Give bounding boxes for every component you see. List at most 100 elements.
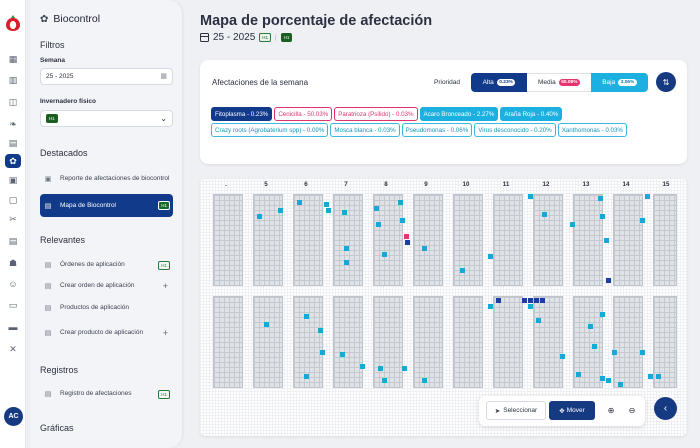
week-field[interactable]: 25 - 2025 ▦ — [40, 68, 173, 85]
affected-plant-marker[interactable] — [318, 328, 323, 333]
greenhouse-bed[interactable] — [333, 296, 363, 388]
affectation-tag[interactable]: Cenicilla - 50.03% — [274, 107, 333, 121]
affected-plant-marker[interactable] — [264, 322, 269, 327]
affected-plant-marker[interactable] — [592, 344, 597, 349]
bug-icon[interactable]: ☗ — [5, 256, 21, 270]
greenhouse-bed[interactable] — [453, 194, 483, 286]
affectation-tag[interactable]: Acaro Bronceado - 2.27% — [419, 107, 499, 121]
affected-plant-marker[interactable] — [618, 382, 623, 387]
affected-plant-marker[interactable] — [342, 210, 347, 215]
affected-plant-marker[interactable] — [326, 208, 331, 213]
document-icon[interactable]: ▤ — [5, 234, 21, 248]
affectation-tag[interactable]: Mosca blanca - 0.03% — [330, 123, 400, 137]
box-icon[interactable]: ▣ — [5, 173, 21, 187]
greenhouse-bed[interactable] — [653, 194, 677, 286]
greenhouse-bed[interactable] — [413, 296, 443, 388]
affected-plant-marker[interactable] — [382, 378, 387, 383]
greenhouse-bed[interactable] — [293, 194, 323, 286]
affected-plant-marker[interactable] — [344, 260, 349, 265]
zoom-in-button[interactable]: ⊕ — [603, 401, 619, 420]
affected-plant-marker[interactable] — [422, 378, 427, 383]
leaf-icon[interactable]: ❧ — [5, 117, 21, 131]
affected-plant-marker[interactable] — [604, 238, 609, 243]
zoom-out-button[interactable]: ⊖ — [624, 401, 640, 420]
affected-plant-marker[interactable] — [528, 304, 533, 309]
select-tool-button[interactable]: ➤ Seleccionar — [486, 401, 546, 420]
affected-plant-marker[interactable] — [304, 374, 309, 379]
grid-icon[interactable]: ▦ — [5, 52, 21, 66]
chart-icon[interactable]: ▥ — [5, 73, 21, 87]
affectation-tag[interactable]: Virus desconocido - 0.20% — [474, 123, 556, 137]
greenhouse-select[interactable]: H1 ⌄ — [40, 110, 173, 127]
affectation-tag[interactable]: Xanthomonas - 0.03% — [557, 123, 627, 137]
affected-plant-marker[interactable] — [588, 324, 593, 329]
affected-plant-marker[interactable] — [324, 202, 329, 207]
greenhouse-bed[interactable] — [613, 296, 643, 388]
greenhouse-bed[interactable] — [213, 194, 243, 286]
priority-high-button[interactable]: Alta 0.23% — [471, 73, 527, 92]
affected-plant-marker[interactable] — [606, 378, 611, 383]
clipboard-icon[interactable]: ▤ — [5, 136, 21, 150]
affected-plant-marker[interactable] — [344, 246, 349, 251]
affected-plant-marker[interactable] — [376, 222, 381, 227]
affectation-tag[interactable]: Pseudomonas - 0.06% — [401, 123, 473, 137]
affected-plant-marker[interactable] — [374, 206, 379, 211]
affected-plant-marker[interactable] — [648, 374, 653, 379]
affected-plant-marker[interactable] — [528, 298, 533, 303]
sidebar-item-create-order[interactable]: ▤ Crear orden de aplicación + — [40, 280, 173, 292]
affected-plant-marker[interactable] — [534, 298, 539, 303]
greenhouse-bed[interactable] — [613, 194, 643, 286]
greenhouse-bed[interactable] — [253, 296, 283, 388]
affected-plant-marker[interactable] — [402, 366, 407, 371]
affected-plant-marker[interactable] — [536, 318, 541, 323]
greenhouse-bed[interactable] — [453, 296, 483, 388]
sidebar-item-report[interactable]: ▣ Reporte de afectaciones de biocontrol — [40, 169, 173, 189]
plus-icon[interactable]: + — [163, 328, 168, 338]
affected-plant-marker[interactable] — [640, 350, 645, 355]
affected-plant-marker[interactable] — [570, 222, 575, 227]
sidebar-item-records[interactable]: ▤ Registro de afectaciones H1 — [40, 388, 173, 400]
affected-plant-marker[interactable] — [340, 352, 345, 357]
affectation-tag[interactable]: Paratrioza (Psilido) - 0.03% — [334, 107, 418, 121]
affected-plant-marker[interactable] — [600, 312, 605, 317]
sidebar-item-map[interactable]: ▤ Mapa de Biocontrol H1 — [40, 194, 173, 217]
plus-icon[interactable]: + — [163, 281, 168, 291]
greenhouse-bed[interactable] — [573, 194, 603, 286]
inbox-icon[interactable]: ▭ — [5, 298, 21, 312]
affected-plant-marker[interactable] — [398, 200, 403, 205]
greenhouse-bed[interactable] — [493, 194, 523, 286]
affected-plant-marker[interactable] — [488, 254, 493, 259]
affected-plant-marker[interactable] — [304, 314, 309, 319]
affected-plant-marker[interactable] — [606, 278, 611, 283]
affected-plant-marker[interactable] — [600, 214, 605, 219]
affected-plant-marker[interactable] — [405, 240, 410, 245]
affected-plant-marker[interactable] — [560, 354, 565, 359]
collapse-panel-button[interactable]: ‹ — [654, 397, 677, 420]
affected-plant-marker[interactable] — [257, 214, 262, 219]
affected-plant-marker[interactable] — [278, 208, 283, 213]
wrench-icon[interactable]: ✕ — [5, 342, 21, 356]
avatar[interactable]: AC — [4, 407, 23, 426]
affectation-tag[interactable]: Crazy roots (Agrobaterium spp) - 0.09% — [211, 123, 329, 137]
affected-plant-marker[interactable] — [598, 196, 603, 201]
affected-plant-marker[interactable] — [540, 298, 545, 303]
affected-plant-marker[interactable] — [656, 374, 661, 379]
sidebar-item-orders[interactable]: ▤ Órdenes de aplicación H1 — [40, 259, 173, 271]
truck-icon[interactable]: ▬ — [5, 320, 21, 334]
affected-plant-marker[interactable] — [378, 366, 383, 371]
sidebar-item-create-product[interactable]: ▤ Crear producto de aplicación + — [40, 323, 173, 343]
move-tool-button[interactable]: ✥ Mover — [549, 401, 595, 420]
affectation-tag[interactable]: Araña Roja - 0.40% — [500, 107, 563, 121]
biocontrol-icon[interactable]: ✿ — [5, 154, 21, 168]
affected-plant-marker[interactable] — [645, 194, 650, 199]
affected-plant-marker[interactable] — [522, 298, 527, 303]
affected-plant-marker[interactable] — [460, 268, 465, 273]
affected-plant-marker[interactable] — [576, 372, 581, 377]
affected-plant-marker[interactable] — [488, 304, 493, 309]
tools-icon[interactable]: ✂ — [5, 212, 21, 226]
affected-plant-marker[interactable] — [320, 350, 325, 355]
greenhouse-bed[interactable] — [533, 194, 563, 286]
affected-plant-marker[interactable] — [496, 298, 501, 303]
greenhouse-bed[interactable] — [493, 296, 523, 388]
greenhouse-bed[interactable] — [533, 296, 563, 388]
